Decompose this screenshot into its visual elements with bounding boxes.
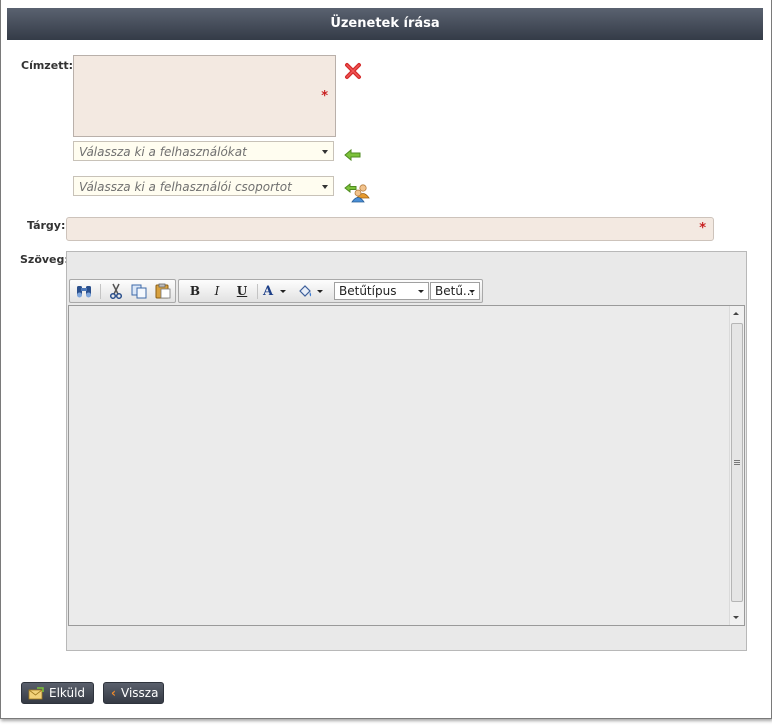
chevron-down-icon — [322, 150, 328, 154]
scroll-up-icon[interactable] — [733, 312, 739, 315]
italic-button[interactable]: I — [208, 283, 226, 299]
editor-content-area[interactable] — [68, 305, 745, 626]
editor-scrollbar[interactable] — [729, 306, 744, 625]
subject-input[interactable]: * — [66, 217, 714, 241]
chevron-down-icon — [280, 290, 286, 293]
groups-combo[interactable]: Válassza ki a felhasználói csoportot — [73, 176, 334, 196]
scroll-down-icon[interactable] — [733, 616, 739, 619]
toolbar-group-edit — [69, 279, 176, 303]
chevron-down-icon — [322, 185, 328, 189]
compose-message-window: Üzenetek írása Címzett: * Válassza ki a … — [0, 0, 772, 719]
binoculars-icon — [77, 286, 91, 298]
scissors-icon — [109, 283, 123, 300]
cut-button[interactable] — [107, 283, 125, 300]
back-button[interactable]: ‹ Vissza — [103, 682, 164, 704]
chevron-down-icon — [469, 290, 475, 293]
chevron-down-icon — [317, 290, 323, 293]
bold-button[interactable]: B — [186, 283, 204, 299]
back-button-label: Vissza — [121, 686, 159, 700]
paint-bucket-icon — [299, 285, 312, 297]
required-mark: * — [699, 221, 706, 236]
users-combo-placeholder: Válassza ki a felhasználókat — [79, 145, 247, 159]
find-button[interactable] — [75, 283, 93, 299]
clipboard-icon — [155, 283, 171, 299]
rich-text-editor: B I U A Betűtípus Betű... — [66, 251, 747, 651]
copy-icon — [131, 284, 147, 299]
font-family-value: Betűtípus — [339, 284, 397, 298]
send-button[interactable]: Elküld — [21, 682, 94, 704]
chevron-down-icon — [418, 290, 424, 293]
grip-icon — [734, 460, 740, 461]
font-color-button[interactable]: A — [263, 283, 289, 299]
required-mark: * — [321, 89, 328, 104]
send-mail-icon — [28, 687, 44, 700]
font-family-select[interactable]: Betűtípus — [334, 282, 429, 300]
underline-button[interactable]: U — [233, 283, 251, 299]
groups-combo-placeholder: Válassza ki a felhasználói csoportot — [79, 180, 292, 194]
text-label: Szöveg: — [20, 253, 69, 266]
recipient-label: Címzett: — [21, 59, 74, 72]
recipient-list[interactable]: * — [73, 55, 336, 137]
window-title: Üzenetek írása — [7, 8, 763, 40]
font-color-glyph: A — [263, 284, 274, 299]
subject-label: Tárgy: — [27, 219, 66, 232]
scrollbar-thumb[interactable] — [731, 323, 743, 602]
remove-recipient-icon[interactable] — [344, 62, 362, 80]
background-color-button[interactable] — [297, 283, 325, 299]
toolbar-separator — [100, 284, 101, 299]
toolbar-separator — [257, 284, 258, 299]
chevron-left-icon: ‹ — [111, 686, 116, 700]
add-user-arrow-icon[interactable] — [344, 147, 362, 162]
copy-button[interactable] — [130, 283, 148, 299]
font-size-select[interactable]: Betű... — [430, 282, 480, 300]
toolbar-group-format: B I U A Betűtípus Betű... — [178, 279, 483, 303]
users-combo[interactable]: Válassza ki a felhasználókat — [73, 141, 334, 161]
paste-button[interactable] — [154, 283, 172, 299]
add-group-icon[interactable] — [344, 181, 370, 203]
send-button-label: Elküld — [49, 686, 86, 700]
